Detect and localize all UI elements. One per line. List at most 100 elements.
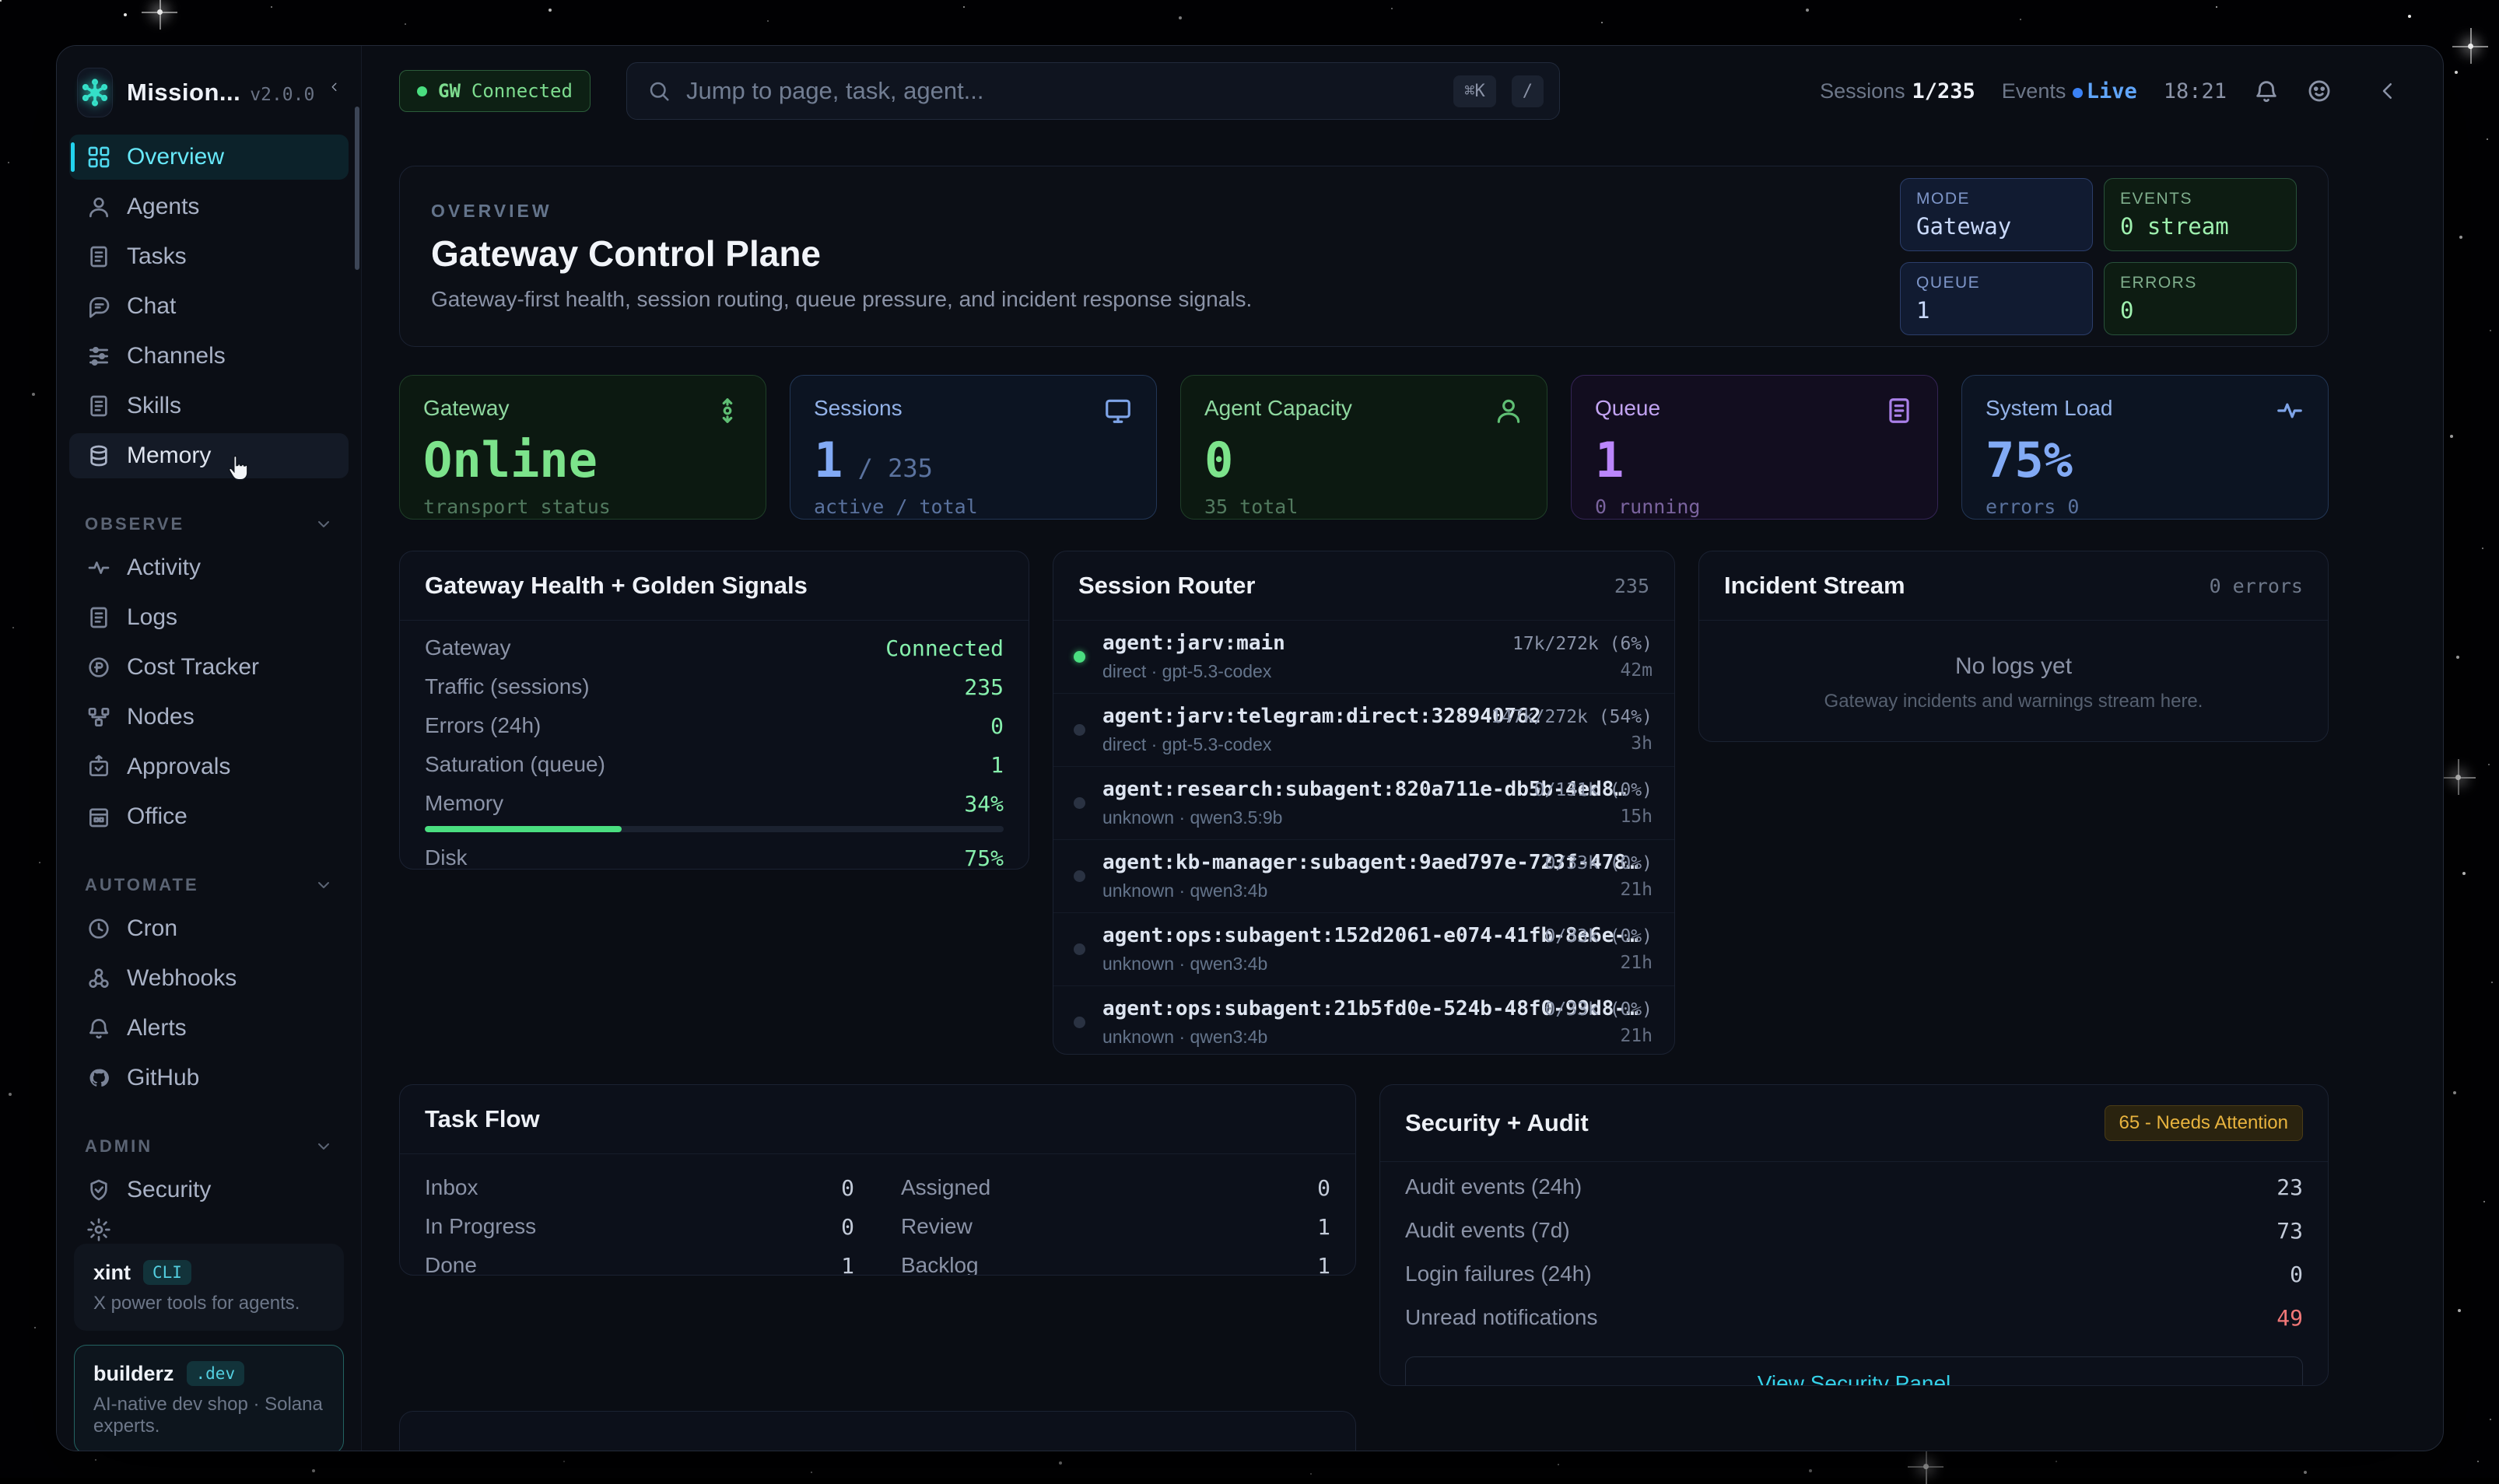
sidebar-item-approvals[interactable]: Approvals xyxy=(69,744,349,789)
gateway-status-pill[interactable]: GW Connected xyxy=(399,70,591,112)
badge-events: EVENTS 0 stream xyxy=(2104,178,2297,251)
session-row[interactable]: agent:kb-manager:subagent:9aed797e-723f-… xyxy=(1053,839,1674,912)
stat-value: 1 xyxy=(1595,436,1914,485)
security-row: Login failures (24h)0 xyxy=(1405,1252,2303,1296)
sponsor-desc: AI-native dev shop · Solana experts. xyxy=(93,1394,324,1437)
search-input[interactable] xyxy=(686,77,1438,105)
stat-label: Agent Capacity xyxy=(1204,396,1352,421)
sidebar: Mission... v2.0.0 Overview Agents Tasks C… xyxy=(57,46,362,1451)
bright-star xyxy=(1923,1464,1929,1469)
topbar: GW Connected ⌘K / Sessions 1/235 Events … xyxy=(362,46,2443,136)
sidebar-scrollbar[interactable] xyxy=(355,107,359,270)
sidebar-item-chat[interactable]: Chat xyxy=(69,284,349,329)
stat-label: Gateway xyxy=(423,396,510,421)
hero-badges: MODE Gateway EVENTS 0 stream QUEUE 1 ERR… xyxy=(1900,178,2297,335)
smiley-icon[interactable] xyxy=(2306,78,2333,104)
sidebar-item-label: Alerts xyxy=(127,1015,187,1041)
session-row[interactable]: agent:jarv:telegram:direct:328940762dire… xyxy=(1053,693,1674,766)
idle-dot xyxy=(1074,943,1085,955)
sidebar-item-label: Webhooks xyxy=(127,965,237,992)
sidebar-item-office[interactable]: Office xyxy=(69,794,349,839)
sidebar-item-skills[interactable]: Skills xyxy=(69,383,349,429)
stat-queue[interactable]: Queue 1 0 running xyxy=(1571,375,1938,520)
database-icon xyxy=(86,443,111,468)
sidebar-item-label: Logs xyxy=(127,604,177,631)
sidebar-collapse-button[interactable] xyxy=(328,81,341,104)
sidebar-section-observe[interactable]: OBSERVE xyxy=(69,509,349,545)
sidebar-item-memory[interactable]: Memory xyxy=(69,433,349,478)
stat-sub: transport status xyxy=(423,495,742,518)
sidebar-item-webhooks[interactable]: Webhooks xyxy=(69,956,349,1001)
security-row: Audit events (24h)23 xyxy=(1405,1165,2303,1209)
sidebar-item-channels[interactable]: Channels xyxy=(69,334,349,379)
stat-value: 0 xyxy=(1204,436,1523,485)
sidebar-item-nodes[interactable]: Nodes xyxy=(69,695,349,740)
search-icon xyxy=(647,79,671,103)
badge-mode: MODE Gateway xyxy=(1900,178,2093,251)
session-row[interactable]: agent:research:subagent:820a711e-db5b-4e… xyxy=(1053,766,1674,839)
sponsor-card-builderz[interactable]: builderz .dev AI-native dev shop · Solan… xyxy=(74,1345,344,1451)
sidebar-item-label: GitHub xyxy=(127,1065,199,1091)
badge-value: 0 xyxy=(2120,297,2280,324)
taskflow-row: Review1 xyxy=(901,1207,1330,1246)
sponsor-name: xint xyxy=(93,1261,131,1285)
sidebar-item-logs[interactable]: Logs xyxy=(69,595,349,640)
session-row[interactable]: agent:jarv:maindirect · gpt-5.3-codex 17… xyxy=(1053,620,1674,693)
stat-system-load[interactable]: System Load 75% errors 0 xyxy=(1961,375,2329,520)
app-title: Mission... xyxy=(127,79,240,106)
sidebar-section-automate[interactable]: AUTOMATE xyxy=(69,870,349,906)
stat-value: Online xyxy=(423,436,742,485)
bell-icon xyxy=(86,1016,111,1041)
sidebar-item-security[interactable]: Security xyxy=(69,1167,349,1213)
taskflow-row: In Progress0 xyxy=(425,1207,854,1246)
stars xyxy=(0,0,2,2)
stat-agent-capacity[interactable]: Agent Capacity 0 35 total xyxy=(1180,375,1547,520)
coin-icon xyxy=(86,655,111,680)
sidebar-item-agents[interactable]: Agents xyxy=(69,184,349,229)
error-count: 0 errors xyxy=(2210,575,2303,597)
sidebar-item-activity[interactable]: Activity xyxy=(69,545,349,590)
topbar-status: Sessions 1/235 Events Live 18:21 xyxy=(1820,78,2399,104)
app-version: v2.0.0 xyxy=(250,85,314,105)
bright-star xyxy=(2455,775,2461,780)
stat-gateway[interactable]: Gateway Online transport status xyxy=(399,375,766,520)
overview-hero: OVERVIEW Gateway Control Plane Gateway-f… xyxy=(399,166,2329,347)
session-row[interactable]: agent:ops:subagent:21b5fd0e-524b-48f0-99… xyxy=(1053,985,1674,1055)
sidebar-item-overview[interactable]: Overview xyxy=(69,135,349,180)
panel-collapse-button[interactable] xyxy=(2376,79,2399,103)
active-dot xyxy=(1074,651,1085,663)
session-row[interactable]: agent:ops:subagent:152d2061-e074-41fb-8e… xyxy=(1053,912,1674,985)
view-security-panel-button[interactable]: View Security Panel xyxy=(1405,1356,2303,1386)
sponsor-card-xint[interactable]: xint CLI X power tools for agents. xyxy=(74,1244,344,1331)
bright-star xyxy=(2468,44,2473,49)
security-audit-card: Security + Audit 65 - Needs Attention Au… xyxy=(1379,1084,2329,1386)
sponsor-name: builderz xyxy=(93,1362,174,1386)
badge-value: 0 stream xyxy=(2120,213,2280,240)
document-icon xyxy=(1884,396,1914,425)
sidebar-item-label: Chat xyxy=(127,293,176,320)
sidebar-item-partial[interactable] xyxy=(69,1217,349,1244)
app-window: Mission... v2.0.0 Overview Agents Tasks C… xyxy=(56,45,2444,1451)
stat-sessions[interactable]: Sessions 1 / 235 active / total xyxy=(790,375,1157,520)
bright-star xyxy=(157,9,163,15)
chevron-down-icon xyxy=(314,1137,333,1156)
cursor-pointer-icon xyxy=(222,452,253,483)
taskflow-row: Inbox0 xyxy=(425,1168,854,1207)
clock-icon xyxy=(86,916,111,941)
sidebar-item-tasks[interactable]: Tasks xyxy=(69,234,349,279)
sidebar-item-github[interactable]: GitHub xyxy=(69,1055,349,1101)
sidebar-item-cron[interactable]: Cron xyxy=(69,906,349,951)
live-label: Live xyxy=(2087,79,2137,103)
sidebar-section-admin[interactable]: ADMIN xyxy=(69,1132,349,1167)
stat-label: Queue xyxy=(1595,396,1660,421)
global-search[interactable]: ⌘K / xyxy=(626,62,1560,120)
page-subtitle: Gateway-first health, session routing, q… xyxy=(431,287,1252,312)
card-title: Task Flow xyxy=(425,1105,540,1133)
badge-errors: ERRORS 0 xyxy=(2104,262,2297,335)
notifications-bell-icon[interactable] xyxy=(2253,78,2280,104)
stat-cards: Gateway Online transport status Sessions… xyxy=(399,375,2443,520)
health-row: Saturation (queue)1 xyxy=(425,745,1004,784)
session-count: 235 xyxy=(1614,575,1649,597)
sidebar-item-cost-tracker[interactable]: Cost Tracker xyxy=(69,645,349,690)
sidebar-item-alerts[interactable]: Alerts xyxy=(69,1006,349,1051)
